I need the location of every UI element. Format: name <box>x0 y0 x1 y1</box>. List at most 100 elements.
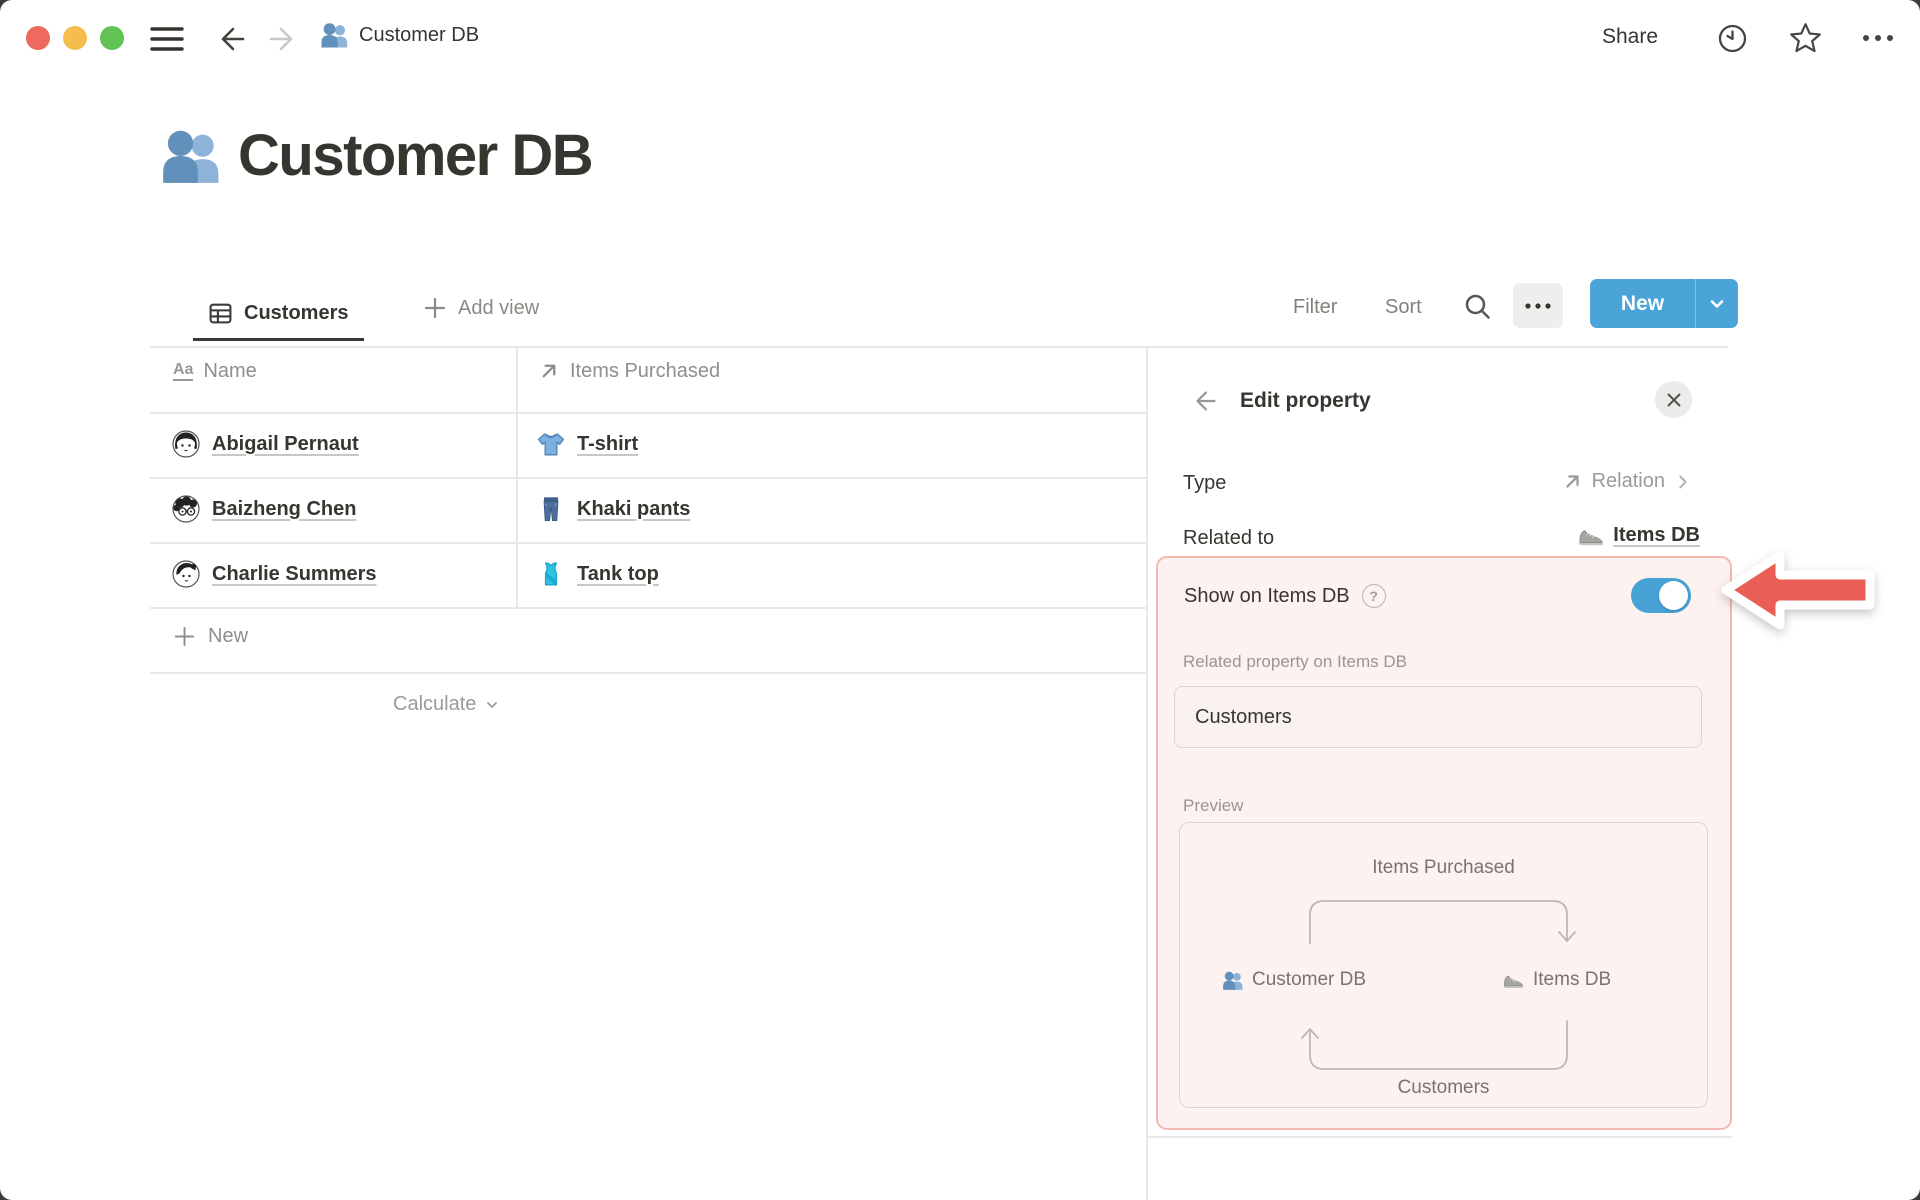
relation-arrow-icon <box>1565 474 1579 488</box>
new-button-group: New <box>1590 279 1738 328</box>
people-icon <box>321 23 348 48</box>
column-header-items-purchased[interactable]: Items Purchased <box>537 360 720 383</box>
relation-loop-arrows <box>1301 900 1576 1070</box>
related-property-label: Related property on Items DB <box>1183 652 1407 671</box>
column-header-name[interactable]: Aa Name <box>173 360 257 383</box>
table-row-item-cell[interactable]: Khaki pants <box>537 495 690 523</box>
panel-bottom-divider <box>1146 1136 1732 1138</box>
panel-divider <box>1146 347 1148 1200</box>
forward-arrow-icon[interactable] <box>266 23 298 60</box>
zoom-window-button[interactable] <box>100 26 124 50</box>
t-shirt-icon <box>537 433 565 456</box>
panel-title: Edit property <box>1240 389 1371 412</box>
table-row-item-cell[interactable]: Tank top <box>537 560 659 588</box>
preview-items-db-node: Items DB <box>1502 969 1611 991</box>
help-icon[interactable]: ? <box>1361 584 1386 608</box>
new-button[interactable]: New <box>1590 292 1695 316</box>
table-view-icon <box>209 303 232 323</box>
notion-window: Customer DB Share Customer DB Customers … <box>0 0 1920 1200</box>
running-shoe-icon <box>1578 530 1604 546</box>
red-arrow-annotation <box>1718 546 1883 639</box>
relation-preview-diagram: Items Purchased Customer DB Items DB Cus… <box>1179 822 1708 1108</box>
row-name-link[interactable]: Baizheng Chen <box>212 498 356 521</box>
sort-button[interactable]: Sort <box>1385 296 1422 319</box>
relation-arrow-icon <box>542 364 556 378</box>
preview-label: Preview <box>1183 796 1244 815</box>
row-divider <box>150 477 1146 479</box>
charlie-avatar <box>172 560 200 588</box>
close-window-button[interactable] <box>26 26 50 50</box>
page-title[interactable]: Customer DB <box>238 122 594 189</box>
abigail-avatar <box>172 430 200 458</box>
row-item-link[interactable]: Tank top <box>577 563 659 586</box>
column-header-label: Name <box>203 360 257 382</box>
page-icon-people[interactable] <box>160 126 220 186</box>
table-top-border <box>150 346 1728 348</box>
table-row-name-cell[interactable]: Abigail Pernaut <box>172 430 359 458</box>
tab-label: Customers <box>244 301 349 324</box>
new-dropdown-button[interactable] <box>1696 294 1738 314</box>
preview-node-label: Customer DB <box>1252 969 1367 990</box>
baizheng-avatar <box>172 495 200 523</box>
traffic-lights <box>26 26 124 50</box>
share-button[interactable]: Share <box>1602 25 1658 49</box>
type-value-label: Relation <box>1591 470 1665 492</box>
add-view-label: Add view <box>458 296 540 319</box>
chevron-down-icon <box>1710 299 1724 308</box>
table-row-item-cell[interactable]: T-shirt <box>537 430 638 458</box>
filter-button[interactable]: Filter <box>1293 296 1337 319</box>
related-to-value-button[interactable]: Items DB <box>1577 522 1700 549</box>
preview-node-label: Items DB <box>1533 969 1612 990</box>
show-on-items-db-section: Show on Items DB ? Related property on I… <box>1156 556 1732 1130</box>
ellipsis-icon[interactable] <box>1858 22 1898 59</box>
chevron-right-icon <box>1679 475 1687 488</box>
related-to-value-label: Items DB <box>1613 524 1700 546</box>
plus-icon <box>174 626 195 647</box>
new-row-button[interactable]: New <box>173 625 248 648</box>
panel-back-icon[interactable] <box>1190 386 1220 421</box>
breadcrumb-label: Customer DB <box>359 23 480 46</box>
calculate-button[interactable]: Calculate <box>393 693 500 716</box>
view-options-button[interactable] <box>1513 283 1563 328</box>
row-divider <box>150 412 1146 414</box>
row-divider <box>150 607 1146 609</box>
related-to-label: Related to <box>1183 527 1275 549</box>
preview-bottom-label: Customers <box>1397 1077 1490 1098</box>
row-name-link[interactable]: Charlie Summers <box>212 563 377 586</box>
type-value-button[interactable]: Relation <box>1561 470 1692 493</box>
new-row-label: New <box>208 625 249 647</box>
row-name-link[interactable]: Abigail Pernaut <box>212 433 359 456</box>
add-view-button[interactable]: Add view <box>423 296 539 320</box>
table-row-name-cell[interactable]: Baizheng Chen <box>172 495 356 523</box>
search-icon[interactable] <box>1462 291 1493 327</box>
toggle-knob <box>1659 581 1688 610</box>
tank-top-icon <box>544 562 558 586</box>
row-divider <box>150 542 1146 544</box>
show-on-label: Show on Items DB <box>1184 584 1350 607</box>
back-arrow-icon[interactable] <box>216 23 248 60</box>
row-item-link[interactable]: Khaki pants <box>577 498 690 521</box>
preview-customer-db-node: Customer DB <box>1222 969 1366 991</box>
ellipsis-icon <box>1525 302 1551 309</box>
plus-icon <box>424 297 446 319</box>
show-on-toggle[interactable] <box>1631 578 1691 613</box>
row-item-link[interactable]: T-shirt <box>577 433 638 456</box>
table-row-name-cell[interactable]: Charlie Summers <box>172 560 377 588</box>
breadcrumb[interactable]: Customer DB <box>320 21 479 49</box>
related-property-input[interactable] <box>1174 686 1702 748</box>
column-header-label: Items Purchased <box>570 360 721 382</box>
people-icon <box>1223 971 1243 990</box>
row-divider <box>150 672 1146 674</box>
chevron-down-icon <box>487 701 498 708</box>
star-icon[interactable] <box>1788 21 1823 61</box>
hamburger-menu-icon[interactable] <box>150 24 184 59</box>
type-label: Type <box>1183 472 1227 494</box>
running-shoe-icon <box>1503 975 1524 989</box>
text-property-icon: Aa <box>173 362 194 381</box>
minimize-window-button[interactable] <box>63 26 87 50</box>
close-icon[interactable] <box>1655 381 1692 418</box>
jeans-icon <box>543 496 559 522</box>
tab-customers[interactable]: Customers <box>193 288 365 341</box>
calculate-label: Calculate <box>393 693 477 715</box>
clock-icon[interactable] <box>1716 22 1749 60</box>
